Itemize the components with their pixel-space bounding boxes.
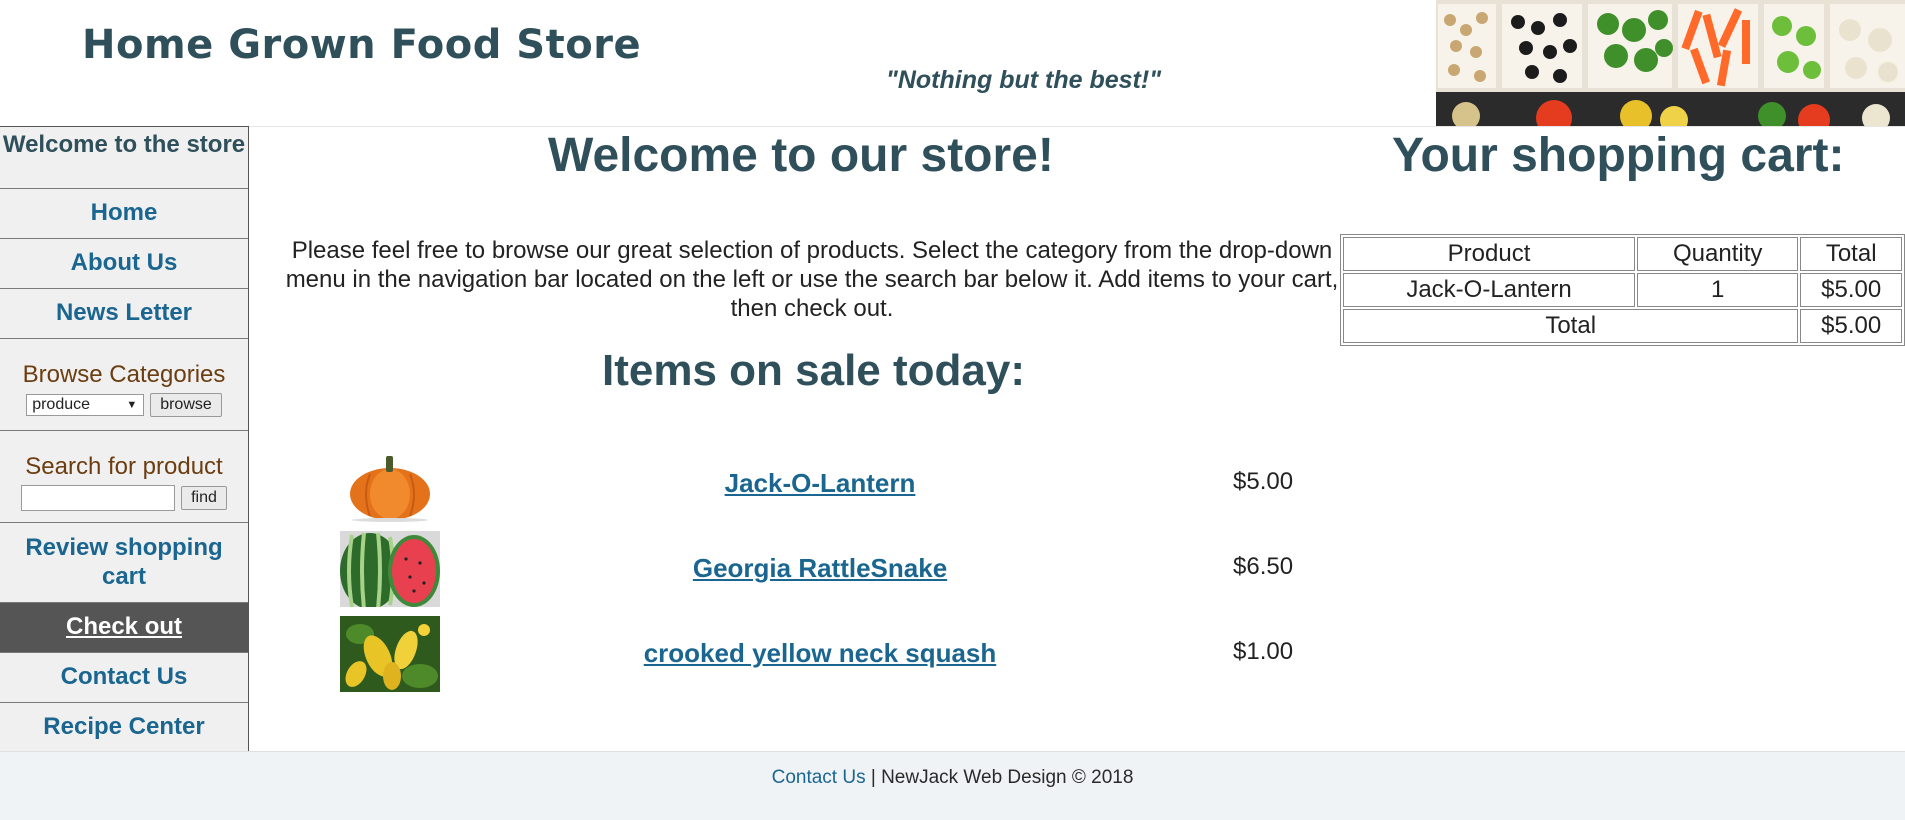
cart-quantity-cell: 1 <box>1637 273 1799 307</box>
cart-product-cell: Jack-O-Lantern <box>1343 273 1636 307</box>
sidebar-welcome: Welcome to the store <box>0 127 248 189</box>
pumpkin-image <box>340 446 440 522</box>
cart-total-row: Total $5.00 <box>1343 309 1902 343</box>
cart-total-value: $5.00 <box>1800 309 1902 343</box>
site-header: Home Grown Food Store "Nothing but the b… <box>0 0 1905 127</box>
sidebar-item-news-letter[interactable]: News Letter <box>0 289 248 339</box>
watermelon-image <box>340 531 440 607</box>
sidebar-item-about-us[interactable]: About Us <box>0 239 248 289</box>
category-select-value: produce <box>32 396 91 413</box>
product-row: Jack-O-Lantern $5.00 <box>340 446 1340 522</box>
category-select[interactable]: produce ▼ <box>26 394 145 416</box>
banner-image-vegetables <box>1436 0 1905 126</box>
product-row: crooked yellow neck squash $1.00 <box>340 616 1340 692</box>
page-title: Welcome to our store! <box>548 129 1054 182</box>
site-footer: Contact Us | NewJack Web Design © 2018 <box>0 751 1905 820</box>
search-label: Search for product <box>25 453 223 480</box>
product-link[interactable]: crooked yellow neck squash <box>560 638 1080 669</box>
search-input[interactable] <box>21 485 176 511</box>
sidebar-item-check-out[interactable]: Check out <box>0 603 248 653</box>
product-row: Georgia RattleSnake $6.50 <box>340 531 1340 607</box>
site-title: Home Grown Food Store <box>82 22 642 68</box>
product-price: $1.00 <box>1233 638 1294 665</box>
footer-copyright: | NewJack Web Design © 2018 <box>865 767 1134 788</box>
find-button[interactable]: find <box>181 486 227 510</box>
column-header: Total <box>1800 237 1902 271</box>
browse-categories-label: Browse Categories <box>22 361 226 388</box>
cart-total-label: Total <box>1343 309 1799 343</box>
yellow-squash-image <box>340 616 440 692</box>
sidebar-item-review-cart[interactable]: Review shopping cart <box>0 523 248 603</box>
sidebar-item-home[interactable]: Home <box>0 189 248 239</box>
chevron-down-icon: ▼ <box>126 399 138 411</box>
sidebar-item-contact-us[interactable]: Contact Us <box>0 653 248 703</box>
product-price: $6.50 <box>1233 553 1294 580</box>
intro-text: Please feel free to browse our great sel… <box>285 237 1339 322</box>
browse-categories-section: Browse Categories produce ▼ browse <box>0 339 248 431</box>
column-header: Product <box>1343 237 1636 271</box>
sale-heading: Items on sale today: <box>602 346 1026 395</box>
column-header: Quantity <box>1637 237 1799 271</box>
search-section: Search for product find <box>0 431 248 523</box>
product-link[interactable]: Jack-O-Lantern <box>560 468 1080 499</box>
product-link[interactable]: Georgia RattleSnake <box>560 553 1080 584</box>
footer-contact-link[interactable]: Contact Us <box>772 767 866 788</box>
site-tagline: "Nothing but the best!" <box>886 66 1162 94</box>
cart-table: Product Quantity Total Jack-O-Lantern 1 … <box>1340 234 1905 346</box>
cart-total-cell: $5.00 <box>1800 273 1902 307</box>
cart-header-row: Product Quantity Total <box>1343 237 1902 271</box>
sidebar-nav: Welcome to the store Home About Us News … <box>0 126 249 751</box>
sidebar-item-recipe-center[interactable]: Recipe Center <box>0 703 248 753</box>
browse-button[interactable]: browse <box>150 393 222 417</box>
product-price: $5.00 <box>1233 468 1294 495</box>
table-row: Jack-O-Lantern 1 $5.00 <box>1343 273 1902 307</box>
cart-heading: Your shopping cart: <box>1392 129 1845 182</box>
